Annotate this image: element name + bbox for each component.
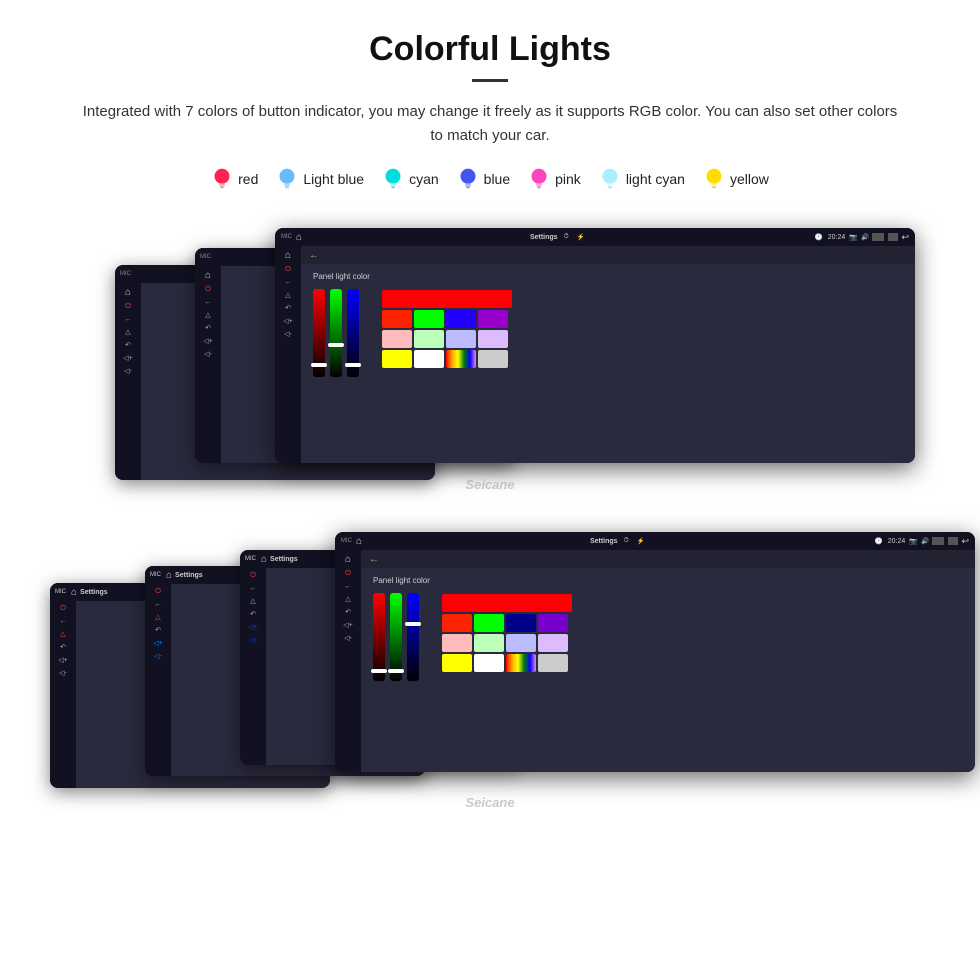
cyan-bulb-icon [382, 166, 404, 192]
watermark-top: Seicane [465, 477, 514, 492]
color-item-lightcyan: light cyan [599, 166, 685, 192]
color-indicators-row: red Light blue cyan [40, 166, 940, 192]
color-item-yellow: yellow [703, 166, 769, 192]
page-description: Integrated with 7 colors of button indic… [80, 100, 900, 148]
title-divider [472, 79, 508, 82]
screenshots-section: MIC ⌂ ⏻ ← △ ↶ ◁+ ◁- [40, 220, 940, 818]
lightblue-bulb-icon [276, 166, 298, 192]
color-item-lightblue: Light blue [276, 166, 364, 192]
page-wrapper: Colorful Lights Integrated with 7 colors… [0, 0, 980, 858]
page-title: Colorful Lights [40, 30, 940, 69]
blue-bulb-icon [457, 166, 479, 192]
color-item-blue: blue [457, 166, 510, 192]
bottom-screenshot-group: MIC⌂ Settings ⏻ ← △ ↶ ◁+ ◁- [40, 528, 940, 818]
pink-bulb-icon [528, 166, 550, 192]
color-item-red: red [211, 166, 258, 192]
device-card-main-top: MIC ⌂ Settings ⏱ ⚡ 🕐 20:24 📷 🔊 ↩ [275, 228, 915, 463]
watermark-bottom: Seicane [465, 795, 514, 810]
yellow-bulb-icon [703, 166, 725, 192]
color-label-blue: blue [484, 171, 510, 187]
lightcyan-bulb-icon [599, 166, 621, 192]
color-label-lightblue: Light blue [303, 171, 364, 187]
color-label-red: red [238, 171, 258, 187]
color-label-pink: pink [555, 171, 581, 187]
color-label-yellow: yellow [730, 171, 769, 187]
top-screenshot-group: MIC ⌂ ⏻ ← △ ↶ ◁+ ◁- [40, 220, 940, 500]
red-bulb-icon [211, 166, 233, 192]
device-card-main-bottom: MIC ⌂ Settings ⏱ ⚡ 🕐 20:24 📷 🔊 ↩ [335, 532, 975, 772]
color-item-pink: pink [528, 166, 581, 192]
color-label-lightcyan: light cyan [626, 171, 685, 187]
color-label-cyan: cyan [409, 171, 439, 187]
color-item-cyan: cyan [382, 166, 439, 192]
